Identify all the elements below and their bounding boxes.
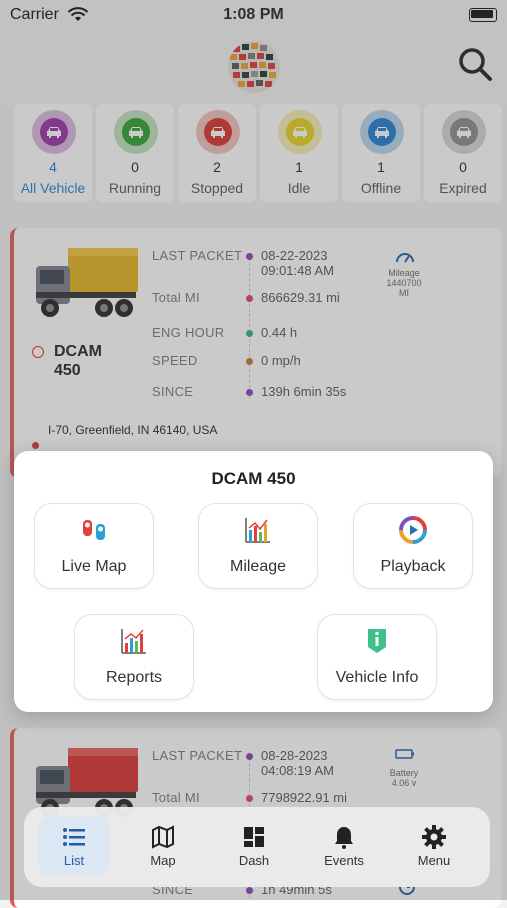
action-label: Vehicle Info: [335, 669, 419, 686]
tab-events[interactable]: Events: [309, 817, 379, 875]
action-label: Live Map: [61, 558, 127, 575]
map-icon: [152, 825, 174, 849]
playback-icon: [399, 516, 427, 544]
bell-icon: [335, 827, 353, 849]
live-map-button[interactable]: Live Map: [34, 503, 154, 589]
tab-label: Events: [324, 853, 364, 868]
gear-icon: [422, 825, 446, 849]
vehicle-info-button[interactable]: Vehicle Info: [317, 614, 437, 700]
tab-list[interactable]: List: [39, 817, 109, 875]
live-map-icon: [83, 520, 105, 540]
tab-label: Menu: [417, 853, 451, 868]
action-label: Reports: [105, 669, 163, 686]
vehicle-info-icon: [368, 629, 386, 653]
tab-dash[interactable]: Dash: [219, 817, 289, 875]
bottom-tab-bar: List Map Dash Events Menu: [24, 807, 490, 887]
list-icon: [63, 828, 85, 846]
tab-map[interactable]: Map: [128, 817, 198, 875]
mileage-chart-icon: [245, 518, 270, 543]
tab-label: Map: [150, 853, 176, 868]
tab-label: Dash: [238, 853, 270, 868]
action-label: Mileage: [229, 558, 287, 575]
mileage-button[interactable]: Mileage: [198, 503, 318, 589]
tab-menu[interactable]: Menu: [399, 817, 469, 875]
playback-button[interactable]: Playback: [353, 503, 473, 589]
vehicle-actions-sheet: DCAM 450 Live Map Mileage Playback Repor…: [14, 451, 493, 712]
action-label: Playback: [380, 558, 446, 575]
reports-button[interactable]: Reports: [74, 614, 194, 700]
modal-backdrop[interactable]: [0, 0, 507, 900]
tab-label: List: [63, 853, 85, 868]
sheet-title: DCAM 450: [211, 469, 296, 488]
dashboard-icon: [244, 827, 264, 847]
reports-chart-icon: [121, 629, 146, 654]
